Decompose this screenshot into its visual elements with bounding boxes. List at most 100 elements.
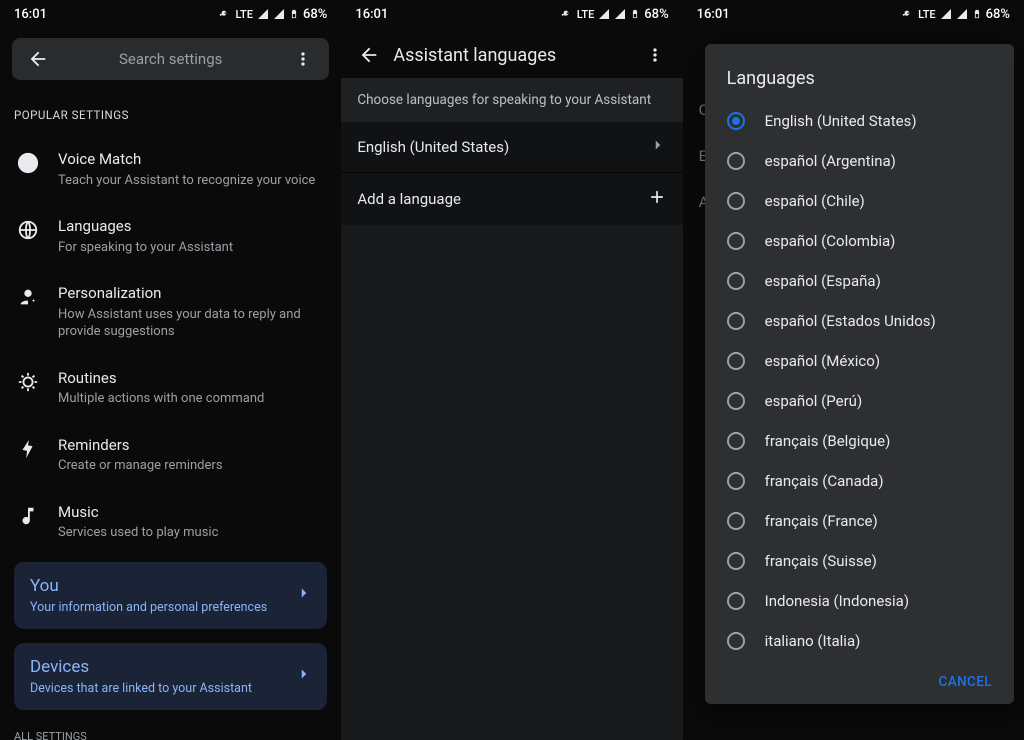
language-option-label: español (Chile) xyxy=(765,192,865,210)
app-bar: Assistant languages xyxy=(341,28,682,78)
chevron-right-icon xyxy=(649,136,667,158)
item-reminders[interactable]: RemindersCreate or manage reminders xyxy=(0,422,341,489)
signal-icon-2 xyxy=(956,8,968,20)
section-header-all: ALL SETTINGS xyxy=(0,724,341,740)
item-personalization[interactable]: PersonalizationHow Assistant uses your d… xyxy=(0,270,341,355)
signal-icon-2 xyxy=(273,8,285,20)
item-title: Reminders xyxy=(58,436,327,456)
music-note-icon xyxy=(14,503,42,527)
row-add-language[interactable]: Add a language xyxy=(341,173,682,225)
signal-icon-2 xyxy=(614,8,626,20)
dialog-title: Languages xyxy=(705,62,1014,101)
radio-icon xyxy=(727,592,745,610)
language-option[interactable]: français (France) xyxy=(705,501,1014,541)
back-icon[interactable] xyxy=(18,48,58,70)
item-languages[interactable]: LanguagesFor speaking to your Assistant xyxy=(0,203,341,270)
item-title: Routines xyxy=(58,369,327,389)
language-option[interactable]: español (México) xyxy=(705,341,1014,381)
status-time: 16:01 xyxy=(355,7,388,22)
radio-icon xyxy=(727,232,745,250)
radio-icon xyxy=(727,312,745,330)
more-icon[interactable] xyxy=(631,45,679,65)
vpn-key-icon xyxy=(900,9,914,19)
item-title: Voice Match xyxy=(58,150,327,170)
language-option[interactable]: español (Perú) xyxy=(705,381,1014,421)
card-devices[interactable]: Devices Devices that are linked to your … xyxy=(14,643,327,710)
routines-icon xyxy=(14,369,42,393)
language-option-label: français (France) xyxy=(765,512,878,530)
language-option[interactable]: English (United States) xyxy=(705,101,1014,141)
screen-language-picker: 16:01 LTE 68% C E A Languages English (U… xyxy=(683,0,1024,740)
language-option-label: español (Estados Unidos) xyxy=(765,312,936,330)
network-lte-label: LTE xyxy=(577,8,595,21)
empty-area xyxy=(341,225,682,740)
language-option[interactable]: français (Suisse) xyxy=(705,541,1014,581)
item-music[interactable]: MusicServices used to play music xyxy=(0,489,341,556)
language-option-label: español (Perú) xyxy=(765,392,863,410)
card-title: You xyxy=(30,576,267,596)
globe-icon xyxy=(14,217,42,241)
language-option-label: français (Belgique) xyxy=(765,432,891,450)
language-option-label: English (United States) xyxy=(765,112,917,130)
row-primary-language[interactable]: English (United States) xyxy=(341,122,682,173)
status-bar: 16:01 LTE 68% xyxy=(683,0,1024,28)
radio-icon xyxy=(727,152,745,170)
item-subtitle: For speaking to your Assistant xyxy=(58,237,327,257)
chevron-right-icon xyxy=(295,584,313,606)
popular-settings-list: Voice MatchTeach your Assistant to recog… xyxy=(0,130,341,556)
item-title: Languages xyxy=(58,217,327,237)
section-header-popular: POPULAR SETTINGS xyxy=(0,80,341,130)
radio-icon xyxy=(727,112,745,130)
radio-icon xyxy=(727,552,745,570)
search-placeholder: Search settings xyxy=(58,50,283,68)
more-icon[interactable] xyxy=(283,49,323,69)
item-title: Personalization xyxy=(58,284,327,304)
radio-icon xyxy=(727,432,745,450)
radio-icon xyxy=(727,472,745,490)
language-option-label: italiano (Italia) xyxy=(765,632,861,650)
radio-icon xyxy=(727,512,745,530)
battery-icon xyxy=(972,7,982,21)
item-voice-match[interactable]: Voice MatchTeach your Assistant to recog… xyxy=(0,136,341,203)
banner-instructions: Choose languages for speaking to your As… xyxy=(341,78,682,122)
cancel-button[interactable]: CANCEL xyxy=(939,674,992,690)
card-you[interactable]: You Your information and personal prefer… xyxy=(14,562,327,629)
status-time: 16:01 xyxy=(14,7,47,22)
signal-icon xyxy=(940,8,952,20)
item-subtitle: How Assistant uses your data to reply an… xyxy=(58,304,327,341)
item-title: Music xyxy=(58,503,327,523)
language-option[interactable]: español (Argentina) xyxy=(705,141,1014,181)
item-routines[interactable]: RoutinesMultiple actions with one comman… xyxy=(0,355,341,422)
language-options-list: English (United States) español (Argentin… xyxy=(705,101,1014,661)
primary-language-label: English (United States) xyxy=(357,138,509,156)
language-option[interactable]: español (España) xyxy=(705,261,1014,301)
radio-icon xyxy=(727,632,745,650)
back-icon[interactable] xyxy=(345,44,393,66)
radio-icon xyxy=(727,192,745,210)
language-option-label: español (México) xyxy=(765,352,880,370)
language-option[interactable]: español (Estados Unidos) xyxy=(705,301,1014,341)
signal-icon xyxy=(257,8,269,20)
radio-icon xyxy=(727,272,745,290)
battery-icon xyxy=(630,7,640,21)
network-lte-label: LTE xyxy=(918,8,936,21)
search-bar[interactable]: Search settings xyxy=(12,38,329,80)
language-option[interactable]: français (Canada) xyxy=(705,461,1014,501)
reminders-icon xyxy=(14,436,42,460)
item-subtitle: Teach your Assistant to recognize your v… xyxy=(58,170,327,190)
language-option[interactable]: español (Chile) xyxy=(705,181,1014,221)
language-option-label: français (Suisse) xyxy=(765,552,877,570)
item-subtitle: Services used to play music xyxy=(58,522,327,542)
network-lte-label: LTE xyxy=(235,8,253,21)
language-option[interactable]: Indonesia (Indonesia) xyxy=(705,581,1014,621)
language-option[interactable]: français (Belgique) xyxy=(705,421,1014,461)
language-option[interactable]: español (Colombia) xyxy=(705,221,1014,261)
card-title: Devices xyxy=(30,657,252,677)
language-option[interactable]: italiano (Italia) xyxy=(705,621,1014,661)
language-option-label: español (España) xyxy=(765,272,881,290)
language-option-label: español (Argentina) xyxy=(765,152,896,170)
vpn-key-icon xyxy=(217,9,231,19)
person-settings-icon xyxy=(14,284,42,308)
battery-percent: 68% xyxy=(986,7,1010,22)
voice-match-icon xyxy=(14,150,42,174)
